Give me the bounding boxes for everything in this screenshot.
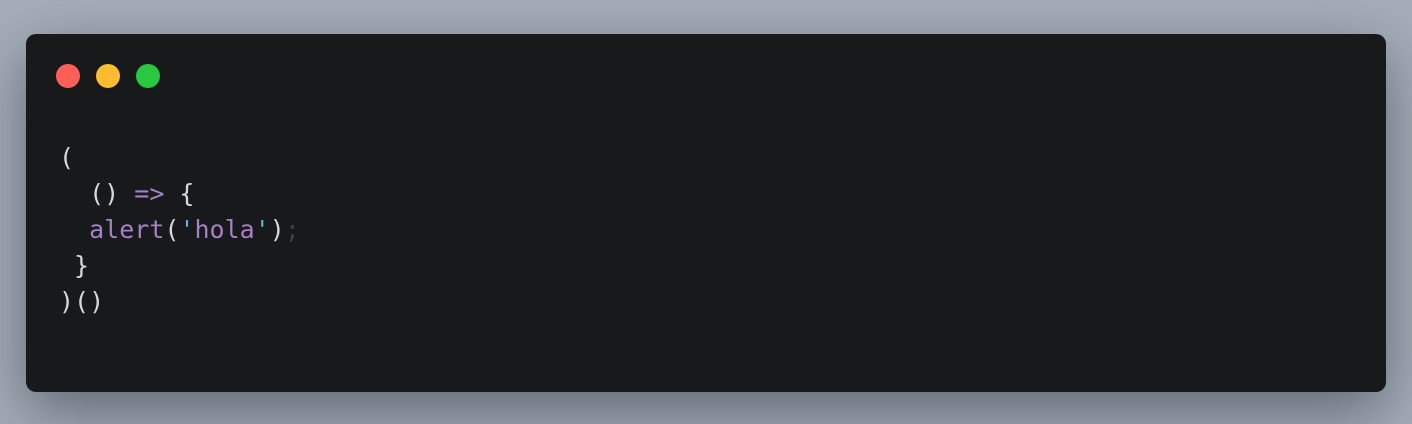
code-token: ()	[59, 179, 135, 208]
code-token: )()	[59, 287, 105, 316]
code-token: )	[269, 215, 285, 244]
code-token: '	[179, 215, 195, 244]
code-token: ;	[284, 215, 300, 244]
code-token: {	[164, 179, 195, 208]
code-block: ( () => { alert('hola'); })()	[59, 140, 300, 320]
maximize-button[interactable]	[136, 64, 160, 88]
window-controls	[56, 64, 160, 88]
code-token: '	[254, 215, 270, 244]
code-line: (	[59, 140, 300, 176]
code-token: hola	[194, 215, 255, 244]
code-line: () => {	[59, 176, 300, 212]
code-line: }	[59, 248, 300, 284]
code-line: alert('hola');	[59, 212, 300, 248]
code-token: (	[59, 143, 75, 172]
code-token: =>	[134, 179, 165, 208]
code-line: )()	[59, 284, 300, 320]
minimize-button[interactable]	[96, 64, 120, 88]
code-token: (	[164, 215, 180, 244]
code-token: }	[59, 251, 90, 280]
code-token: alert	[89, 215, 165, 244]
close-button[interactable]	[56, 64, 80, 88]
code-window: ( () => { alert('hola'); })()	[26, 34, 1386, 392]
